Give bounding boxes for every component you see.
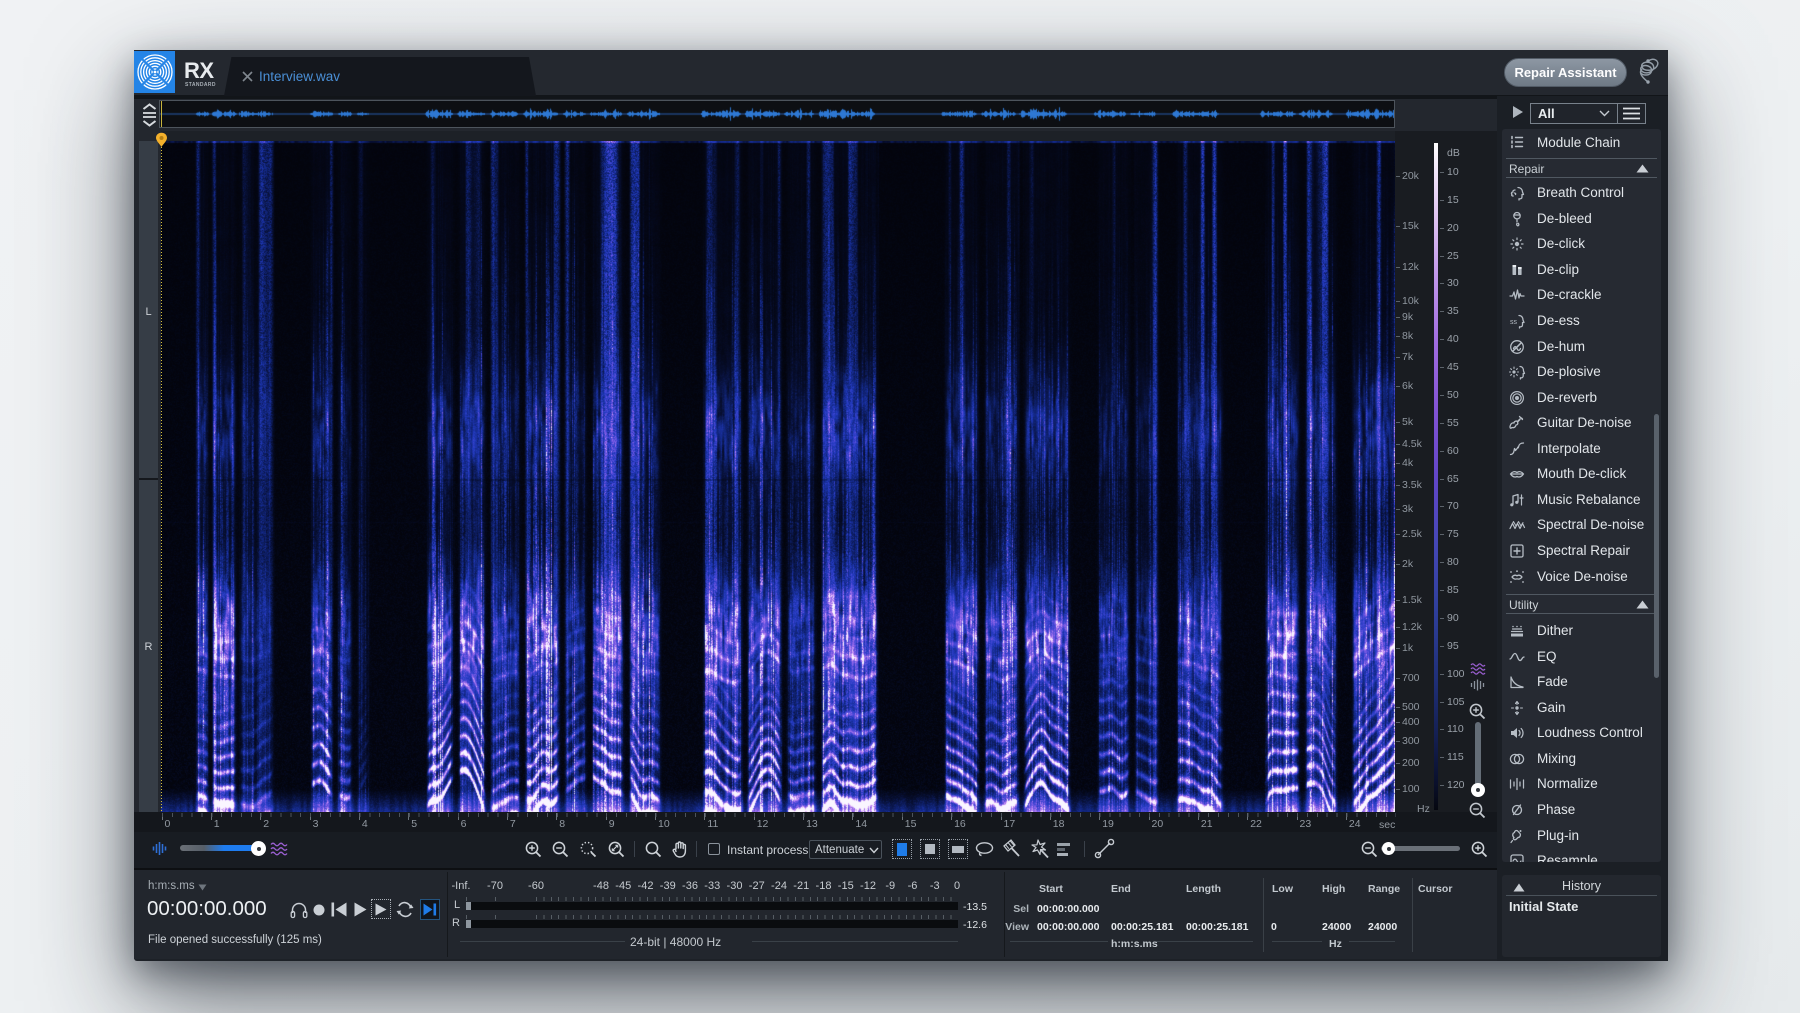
- svg-text:ss: ss: [1510, 319, 1518, 326]
